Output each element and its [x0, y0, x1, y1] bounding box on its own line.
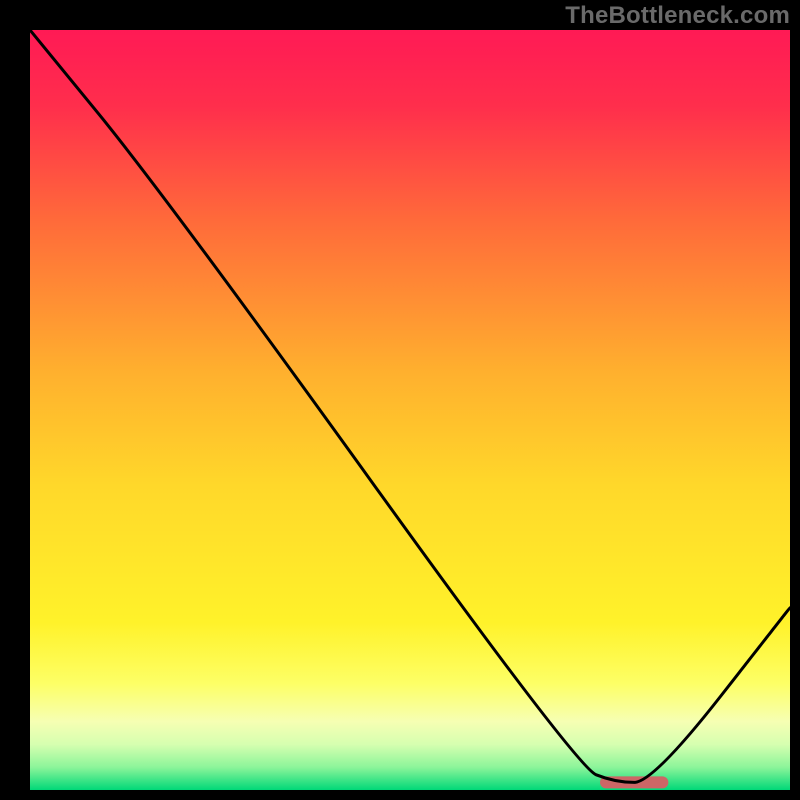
chart-frame: TheBottleneck.com	[0, 0, 800, 800]
chart-background	[30, 30, 790, 790]
watermark-text: TheBottleneck.com	[565, 2, 790, 30]
chart-svg	[30, 30, 790, 790]
chart-plot-area	[30, 30, 790, 790]
